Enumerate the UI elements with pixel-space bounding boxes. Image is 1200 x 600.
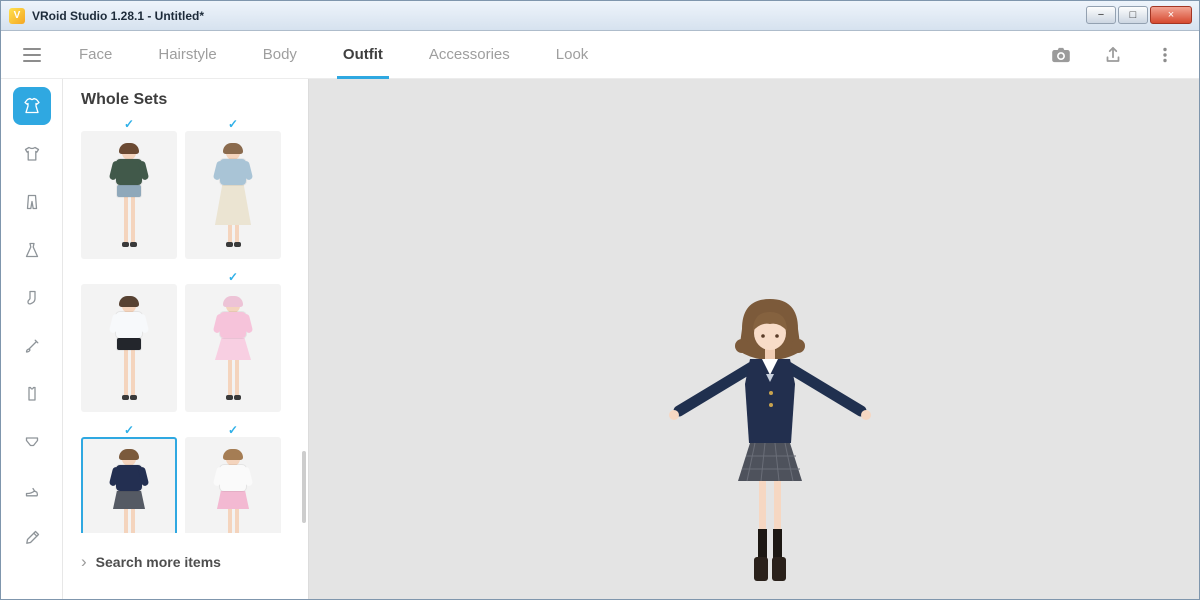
outfit-thumbnail[interactable] [81, 131, 177, 259]
outfit-thumbnail[interactable] [185, 437, 281, 533]
tab-hairstyle[interactable]: Hairstyle [158, 31, 216, 78]
sidebar-item-tops[interactable] [13, 135, 51, 173]
outfit-thumbnail-figure [208, 294, 258, 406]
outfit-cell: ✓ [185, 117, 281, 259]
sidebar-item-pencil[interactable] [13, 519, 51, 557]
scrollbar-thumb[interactable] [302, 451, 306, 523]
maximize-button[interactable]: □ [1118, 6, 1148, 24]
3d-viewport[interactable] [309, 79, 1199, 599]
outfit-thumbnail[interactable] [81, 437, 177, 533]
outfit-thumbnail-figure [208, 447, 258, 533]
whole-sets-icon [22, 96, 42, 116]
outfit-cell: ✓ [185, 423, 281, 533]
outfit-cell: ✓ [81, 117, 177, 259]
checkmark-icon: ✓ [185, 117, 281, 131]
pencil-icon [22, 528, 42, 548]
tab-body[interactable]: Body [263, 31, 297, 78]
checkmark-icon: ✓ [185, 423, 281, 437]
close-button[interactable]: × [1150, 6, 1192, 24]
titlebar: V VRoid Studio 1.28.1 - Untitled* − □ × [1, 1, 1199, 31]
vroid-app-icon: V [9, 8, 25, 24]
checkmark-icon: ✓ [185, 270, 281, 284]
export-icon [1102, 44, 1124, 66]
panel-title: Whole Sets [81, 91, 308, 109]
sidebar-item-whole-sets[interactable] [13, 87, 51, 125]
sidebar-item-shoes[interactable] [13, 471, 51, 509]
window-controls: − □ × [1086, 6, 1192, 24]
outfit-cell: ✓ [81, 270, 177, 412]
checkmark-icon: ✓ [81, 423, 177, 437]
tops-icon [22, 144, 42, 164]
sidebar-item-bottoms[interactable] [13, 183, 51, 221]
outfit-thumbnail-figure [104, 447, 154, 533]
chevron-right-icon: › [81, 552, 87, 572]
tab-look[interactable]: Look [556, 31, 589, 78]
outfit-thumbnail-figure [104, 294, 154, 406]
export-button[interactable] [1101, 43, 1125, 67]
navbar-actions [1049, 31, 1177, 78]
main-content: Whole Sets ✓ ✓ [1, 79, 1199, 599]
outfit-grid: ✓ ✓ [63, 115, 308, 533]
camera-button[interactable] [1049, 43, 1073, 67]
sidebar-item-underwear[interactable] [13, 423, 51, 461]
outfit-category-sidebar [1, 79, 63, 599]
bottoms-icon [22, 192, 42, 212]
camera-icon [1050, 44, 1072, 66]
shoes-icon [22, 480, 42, 500]
window-title: VRoid Studio 1.28.1 - Untitled* [32, 9, 204, 23]
tab-accessories[interactable]: Accessories [429, 31, 510, 78]
brush-icon [22, 336, 42, 356]
more-options-button[interactable] [1153, 43, 1177, 67]
outfit-thumbnail-figure [104, 141, 154, 253]
items-panel: Whole Sets ✓ ✓ [63, 79, 309, 599]
outfit-thumbnail-figure [208, 141, 258, 253]
app-window: V VRoid Studio 1.28.1 - Untitled* − □ × … [0, 0, 1200, 600]
kebab-menu-icon [1155, 45, 1175, 65]
one-piece-icon [22, 240, 42, 260]
hamburger-menu-icon[interactable] [23, 31, 45, 78]
outfit-cell: ✓ [185, 270, 281, 412]
outfit-thumbnail[interactable] [185, 284, 281, 412]
search-more-label: Search more items [96, 554, 221, 570]
tab-face[interactable]: Face [79, 31, 112, 78]
outfit-cell: ✓ [81, 423, 177, 533]
outfit-thumbnail[interactable] [185, 131, 281, 259]
outfit-thumbnail[interactable] [81, 284, 177, 412]
checkmark-icon: ✓ [81, 117, 177, 131]
sidebar-item-legwear[interactable] [13, 279, 51, 317]
top-navbar: Face Hairstyle Body Outfit Accessories L… [1, 31, 1199, 79]
sidebar-item-inner[interactable] [13, 375, 51, 413]
character-model[interactable] [655, 289, 885, 584]
search-more-items[interactable]: › Search more items [63, 533, 308, 591]
sidebar-item-brush[interactable] [13, 327, 51, 365]
sidebar-item-one-piece[interactable] [13, 231, 51, 269]
legwear-sock-icon [22, 288, 42, 308]
inner-vest-icon [22, 384, 42, 404]
underwear-icon [22, 432, 42, 452]
tab-outfit[interactable]: Outfit [343, 31, 383, 78]
editor-tabs: Face Hairstyle Body Outfit Accessories L… [79, 31, 588, 78]
minimize-button[interactable]: − [1086, 6, 1116, 24]
